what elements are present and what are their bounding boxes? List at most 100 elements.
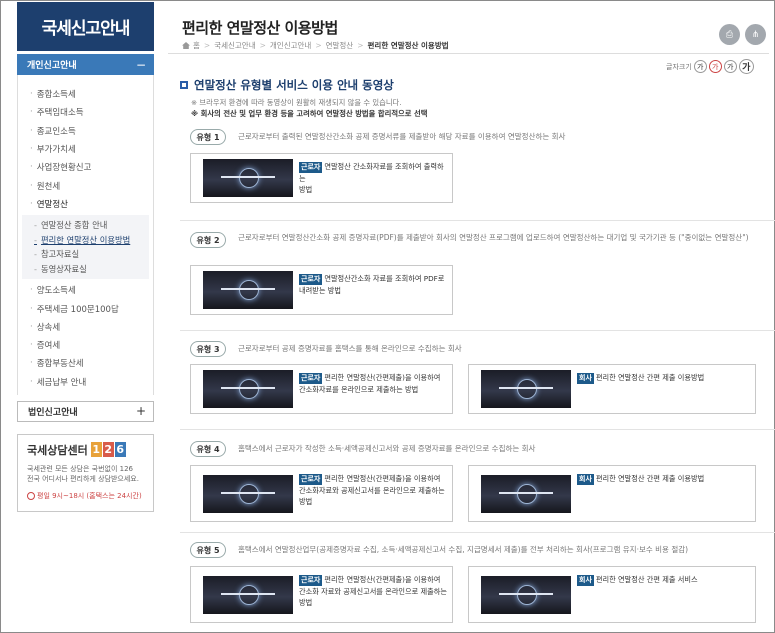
square-bullet-icon (180, 81, 188, 89)
counsel-hours: 평일 9시~18시 (홈택스는 24시간) (37, 492, 142, 501)
sidebar-item-income-tax[interactable]: · 종합소득세 (18, 85, 153, 103)
sidebar-menu: · 종합소득세 · 주택임대소득 · 종교인소득 · 부가가치세 · 사업장현황신고 · 원… (17, 75, 154, 395)
audience-tag: 회사 (577, 373, 594, 384)
counsel-desc-line: 전국 어디서나 편리하게 상담받으세요. (27, 475, 139, 483)
font-size-xlarge-button[interactable]: 가 (738, 59, 754, 74)
font-size-default-button[interactable]: 가 (708, 60, 722, 73)
video-thumbnail[interactable] (203, 576, 293, 614)
video-card[interactable]: 근로자 편리한 연말정산(간편제출)을 이용하여 간소화 자료와 공제신고서를 온라… (190, 566, 453, 623)
font-size-control: 글자크기 가 가 가 가 (666, 59, 754, 74)
expand-icon[interactable]: + (136, 404, 146, 418)
sidebar-item-year-end[interactable]: · 연말정산 (18, 195, 153, 213)
sidebar-item-inheritance[interactable]: · 상속세 (18, 318, 153, 336)
breadcrumb-item[interactable]: 연말정산 (326, 40, 354, 51)
video-thumbnail[interactable] (203, 370, 293, 408)
video-card[interactable]: 근로자 편리한 연말정산(간편제출)을 이용하여 간소화자료를 온라인으로 제출하는… (190, 364, 453, 414)
video-thumbnail[interactable] (481, 370, 571, 408)
sidebar-subitem-overview[interactable]: - 연말정산 종합 안내 (22, 218, 149, 233)
sidebar-section-personal[interactable]: 개인신고안내 − (17, 54, 154, 75)
print-icon: ⎙ (725, 29, 734, 40)
sidebar-item-label: 주택임대소득 (36, 108, 84, 119)
video-title-cont: 방법 (299, 185, 313, 194)
sidebar-item-vat[interactable]: · 부가가치세 (18, 140, 153, 158)
type-label: 유형 3 (190, 341, 226, 357)
sidebar-section-corporate[interactable]: 법인신고안내 + (17, 400, 154, 422)
sidebar-subitem-usage[interactable]: - 편리한 연말정산 이용방법 (22, 233, 149, 248)
sidebar-submenu: - 연말정산 종합 안내 - 편리한 연말정산 이용방법 - 참고자료실 - 동영상자료… (22, 215, 149, 280)
share-button[interactable]: ⋔ (745, 24, 766, 45)
sidebar-item-label: 종교인소득 (36, 126, 76, 137)
sidebar-item-label: 증여세 (36, 341, 61, 352)
type-block-3: 유형 3 근로자로부터 공제 증명자료를 홈택스를 통해 온라인으로 수집하는 … (190, 341, 773, 357)
video-card[interactable]: 회사 편리한 연말정산 간편 제출 이용방법 (468, 364, 756, 414)
sidebar-subitem-videos[interactable]: - 동영상자료실 (22, 262, 149, 277)
breadcrumb-item[interactable]: 국세신고안내 (214, 40, 255, 51)
counsel-digit: 1 (90, 442, 102, 458)
sidebar-item-property-tax[interactable]: · 종합부동산세 (18, 354, 153, 372)
type-label: 유형 4 (190, 441, 226, 457)
font-size-small-button[interactable]: 가 (693, 60, 707, 73)
counsel-desc-line: 국세관련 모든 상담은 국번없이 126 (27, 464, 133, 473)
sidebar: 국세신고안내 개인신고안내 − · 종합소득세 · 주택임대소득 · 종교인소득 · 부… (17, 2, 154, 512)
font-size-large-button[interactable]: 가 (723, 60, 737, 73)
video-card[interactable]: 근로자 편리한 연말정산(간편제출)을 이용하여 간소화자료와 공제신고서를 온라인… (190, 465, 453, 522)
video-title: 연말정산간소화 자료를 조회하여 PDF로 (324, 274, 445, 283)
sidebar-item-housing-faq[interactable]: · 주택세금 100문100답 (18, 299, 153, 317)
video-title-cont: 내려받는 방법 (299, 285, 341, 295)
sidebar-item-label: 사업장현황신고 (36, 163, 92, 174)
section-title-text: 연말정산 유형별 서비스 이용 안내 동영상 (194, 78, 394, 92)
video-title-cont: 간소화 자료와 공제신고서를 온라인으로 제출하는 방법 (299, 586, 448, 607)
video-thumbnail[interactable] (203, 475, 293, 513)
type-divider (180, 330, 775, 331)
section-title: 연말정산 유형별 서비스 이용 안내 동영상 (180, 77, 394, 93)
audience-tag: 회사 (577, 575, 594, 586)
sidebar-item-label: 연말정산 (36, 199, 68, 210)
sidebar-item-payment[interactable]: · 세금납부 안내 (18, 373, 153, 391)
video-title-cont: 간소화자료를 온라인으로 제출하는 방법 (299, 384, 419, 394)
counsel-digit: 2 (102, 442, 114, 458)
type-divider (180, 429, 775, 430)
print-button[interactable]: ⎙ (719, 24, 740, 45)
share-icon: ⋔ (751, 29, 760, 40)
video-card[interactable]: 회사 편리한 연말정산 간편 제출 이용방법 (468, 465, 756, 522)
video-card[interactable]: 근로자 연말정산 간소화자료를 조회하여 출력하는 방법 (190, 153, 453, 203)
video-thumbnail[interactable] (203, 271, 293, 309)
sidebar-item-gift-tax[interactable]: · 증여세 (18, 336, 153, 354)
sidebar-section-label: 법인신고안내 (28, 407, 78, 418)
sidebar-item-withholding[interactable]: · 원천세 (18, 176, 153, 194)
video-thumbnail[interactable] (481, 576, 571, 614)
video-card[interactable]: 회사 편리한 연말정산 간편 제출 서비스 (468, 566, 756, 623)
clock-icon (27, 492, 35, 501)
video-title: 편리한 연말정산(간편제출)을 이용하여 (324, 373, 441, 382)
type-desc: 근로자로부터 출력된 연말정산간소화 공제 증명서류를 제출받아 해당 자료를 … (238, 131, 566, 141)
sidebar-subitem-label: 참고자료실 (41, 249, 80, 260)
note-line: ※ 회사의 전산 및 업무 환경 등을 고려하여 연말정산 방법을 합리적으로 … (191, 108, 428, 118)
type-label: 유형 1 (190, 129, 226, 145)
collapse-icon[interactable]: − (136, 58, 146, 72)
page-title: 편리한 연말정산 이용방법 (182, 19, 338, 37)
note-line: ※ 브라우저 환경에 따라 동영상이 원활히 재생되지 않을 수 있습니다. (191, 98, 402, 107)
breadcrumb-item: 홈 (193, 41, 200, 50)
sidebar-item-capital-gains[interactable]: · 양도소득세 (18, 281, 153, 299)
home-icon[interactable] (182, 42, 190, 49)
type-desc: 홈택스에서 연말정산업무(공제증명자료 수집, 소득·세액공제신고서 수집, 지… (238, 544, 689, 554)
audience-tag: 근로자 (299, 575, 323, 586)
video-card[interactable]: 근로자 연말정산간소화 자료를 조회하여 PDF로 내려받는 방법 (190, 265, 453, 315)
type-block-2: 유형 2 근로자로부터 연말정산간소화 공제 증명자료(PDF)를 제출받아 회… (190, 232, 773, 248)
sidebar-subitem-label: 동영상자료실 (41, 263, 87, 274)
video-title: 편리한 연말정산(간편제출)을 이용하여 (324, 474, 441, 483)
breadcrumb-item[interactable]: 개인신고안내 (270, 40, 311, 51)
video-thumbnail[interactable] (481, 475, 571, 513)
video-thumbnail[interactable] (203, 159, 293, 197)
type-block-5: 유형 5 홈택스에서 연말정산업무(공제증명자료 수집, 소득·세액공제신고서 … (190, 542, 773, 558)
title-divider (168, 53, 769, 54)
sidebar-item-rental-income[interactable]: · 주택임대소득 (18, 103, 153, 121)
type-block-1: 유형 1 근로자로부터 출력된 연말정산간소화 공제 증명서류를 제출받아 해당… (190, 129, 773, 145)
video-title: 편리한 연말정산 간편 제출 서비스 (595, 575, 698, 584)
sidebar-subitem-references[interactable]: - 참고자료실 (22, 247, 149, 262)
sidebar-item-religious-income[interactable]: · 종교인소득 (18, 122, 153, 140)
sidebar-item-business-report[interactable]: · 사업장현황신고 (18, 158, 153, 176)
sidebar-item-label: 양도소득세 (36, 286, 76, 297)
counsel-center-banner[interactable]: 국세상담센터 1 2 6 국세관련 모든 상담은 국번없이 126 전국 어디서… (17, 433, 154, 512)
video-title: 편리한 연말정산 간편 제출 이용방법 (595, 373, 705, 382)
